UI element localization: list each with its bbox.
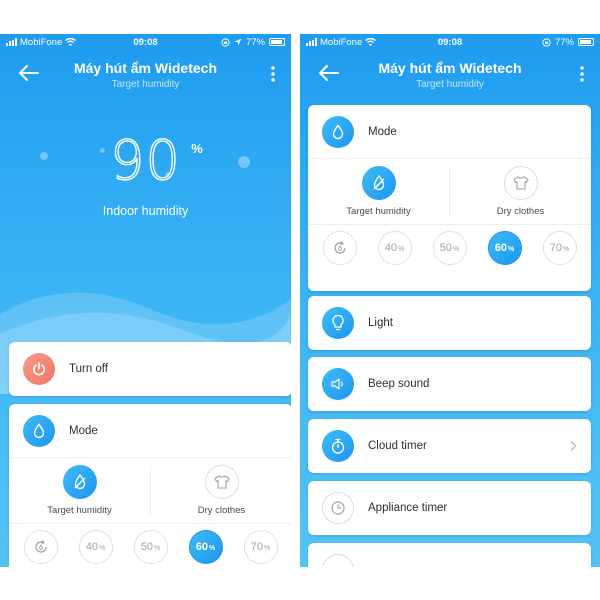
mode-label: Mode (69, 424, 98, 437)
humidity-level-60-button[interactable]: 60% (487, 231, 522, 265)
mode-card: Mode Target humidity Dry clothes 40% 50 … (308, 105, 591, 291)
shirt-icon (204, 465, 239, 499)
wifi-icon (65, 38, 77, 46)
phone-screen-left: MobiFone 09:08 77% Máy hút ẩm Widetech T… (0, 34, 291, 567)
page-subtitle: Target humidity (416, 79, 484, 90)
orientation-lock-icon (221, 37, 230, 47)
drop-slash-icon (62, 465, 97, 499)
setting-row-beep-sound[interactable]: Beep sound (308, 357, 591, 411)
chevron-right-icon (570, 441, 577, 451)
humidity-level-value: 50 (439, 242, 452, 254)
carrier-name: MobiFone (20, 36, 63, 48)
mode-option-target-humidity[interactable]: Target humidity (308, 159, 449, 224)
mode-options: Target humidity Dry clothes (9, 458, 291, 524)
mode-card: Mode Target humidity Dry clothes 40% 50 … (9, 404, 291, 567)
battery-percent: 77% (554, 36, 574, 48)
humidity-level-unit: % (209, 545, 216, 552)
mode-option-label: Target humidity (346, 206, 411, 217)
humidity-level-unit: % (154, 545, 161, 552)
humidity-level-unit: % (264, 545, 271, 552)
mode-option-label: Dry clothes (197, 505, 246, 516)
mode-header: Mode (308, 105, 591, 159)
page-title: Máy hút ẩm Widetech (73, 60, 217, 76)
humidity-display: 90 % Indoor humidity (0, 128, 291, 218)
mode-options: Target humidity Dry clothes (308, 159, 591, 225)
shirt-icon (503, 166, 538, 200)
setting-label-beep-sound: Beep sound (368, 378, 430, 390)
status-bar: MobiFone 09:08 77% (0, 34, 291, 50)
more-vertical-icon[interactable] (265, 64, 281, 84)
drop-icon (322, 115, 354, 148)
setting-row-partial[interactable] (308, 543, 591, 567)
power-card[interactable]: Turn off (9, 342, 291, 396)
mode-option-dry-clothes[interactable]: Dry clothes (151, 458, 291, 523)
clock-icon (322, 492, 354, 524)
carrier-name: MobiFone (320, 36, 363, 48)
humidity-level-40-button[interactable]: 40% (78, 530, 113, 564)
mode-option-label: Target humidity (47, 505, 112, 516)
humidity-level-value: 70 (549, 242, 562, 254)
setting-label-cloud-timer: Cloud timer (368, 440, 427, 452)
setting-row-light[interactable]: Light (308, 296, 591, 350)
battery-percent: 77% (245, 36, 265, 48)
bulb-icon (322, 307, 354, 339)
indoor-humidity-value: 90 (109, 128, 181, 192)
auto-cycle-icon (34, 540, 47, 553)
indoor-humidity-unit: % (191, 141, 203, 156)
more-vertical-icon[interactable] (574, 64, 590, 84)
humidity-level-value: 50 (140, 541, 153, 553)
humidity-level-unit: % (563, 246, 570, 253)
stopwatch-icon (322, 430, 354, 462)
humidity-level-40-button[interactable]: 40% (377, 231, 412, 265)
indoor-humidity-label: Indoor humidity (102, 204, 189, 218)
humidity-level-50-button[interactable]: 50% (432, 231, 467, 265)
humidity-level-selector: 40% 50% 60% 70% (308, 225, 591, 271)
status-bar: MobiFone 09:08 77% (300, 34, 600, 50)
humidity-level-unit: % (508, 246, 515, 253)
humidity-level-value: 60 (494, 242, 507, 254)
auto-cycle-icon (333, 241, 346, 254)
setting-row-cloud-timer[interactable]: Cloud timer (308, 419, 591, 473)
power-icon (23, 353, 55, 385)
mode-option-dry-clothes[interactable]: Dry clothes (450, 159, 591, 224)
humidity-level-value: 70 (250, 541, 263, 553)
nav-bar: Máy hút ẩm Widetech Target humidity (0, 54, 291, 94)
humidity-level-60-button[interactable]: 60% (188, 530, 223, 564)
page-title: Máy hút ẩm Widetech (378, 60, 522, 76)
power-label: Turn off (69, 363, 108, 375)
drop-icon (23, 414, 55, 447)
auto-cycle-button[interactable] (322, 231, 357, 265)
speaker-icon (322, 368, 354, 400)
signal-icon (306, 38, 317, 46)
wifi-icon (365, 38, 377, 46)
humidity-level-unit: % (99, 545, 106, 552)
lock-icon (322, 554, 354, 567)
humidity-level-70-button[interactable]: 70% (542, 231, 577, 265)
nav-bar: Máy hút ẩm Widetech Target humidity (300, 54, 600, 94)
humidity-level-value: 40 (384, 242, 397, 254)
mode-label: Mode (368, 125, 397, 138)
setting-row-appliance-timer[interactable]: Appliance timer (308, 481, 591, 535)
humidity-level-70-button[interactable]: 70% (243, 530, 278, 564)
page-subtitle: Target humidity (111, 79, 180, 90)
location-icon (234, 38, 242, 46)
setting-label-light: Light (368, 317, 393, 329)
humidity-level-50-button[interactable]: 50% (133, 530, 168, 564)
humidity-level-value: 40 (85, 541, 98, 553)
humidity-level-value: 60 (195, 541, 208, 553)
humidity-level-selector: 40% 50% 60% 70% (9, 524, 291, 567)
humidity-level-unit: % (398, 246, 405, 253)
humidity-level-unit: % (453, 246, 460, 253)
phone-screen-right: MobiFone 09:08 77% Máy hút ẩm Widetech T… (300, 34, 600, 567)
orientation-lock-icon (542, 37, 551, 47)
mode-header: Mode (9, 404, 291, 458)
drop-slash-icon (361, 166, 396, 200)
mode-option-target-humidity[interactable]: Target humidity (9, 458, 150, 523)
setting-label-appliance-timer: Appliance timer (368, 502, 448, 514)
battery-icon (578, 38, 594, 46)
mode-option-label: Dry clothes (496, 206, 545, 217)
signal-icon (6, 38, 17, 46)
battery-icon (269, 38, 285, 46)
auto-cycle-button[interactable] (23, 530, 58, 564)
